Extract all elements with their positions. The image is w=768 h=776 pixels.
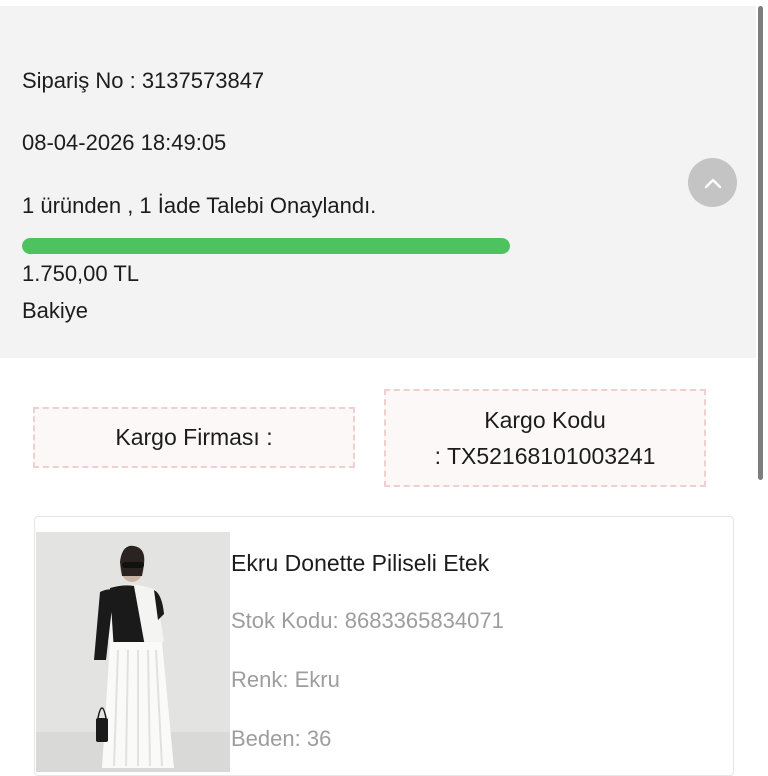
product-image[interactable]: [36, 532, 230, 772]
product-photo-illustration: [36, 532, 230, 772]
order-number: Sipariş No : 3137573847: [22, 68, 265, 93]
refund-amount: 1.750,00 TL: [22, 261, 140, 286]
product-sku: Stok Kodu: 8683365834071: [231, 608, 504, 633]
product-name[interactable]: Ekru Donette Piliseli Etek: [231, 550, 489, 577]
shipping-carrier-box: Kargo Firması :: [33, 407, 355, 468]
chevron-up-icon: [704, 178, 721, 188]
order-date: 08-04-2026 18:49:05: [22, 130, 227, 155]
shipping-carrier-label: Kargo Firması :: [115, 424, 273, 450]
tracking-code-box: Kargo Kodu : TX52168101003241: [384, 389, 706, 487]
scrollbar-thumb[interactable]: [758, 6, 763, 480]
tracking-code-value: : TX52168101003241: [434, 443, 656, 469]
product-color: Renk: Ekru: [231, 667, 340, 692]
order-summary: Sipariş No : 3137573847 08-04-2026 18:49…: [0, 6, 756, 358]
return-progress-fill: [22, 238, 510, 254]
scroll-to-top-button[interactable]: [688, 158, 737, 207]
product-size: Beden: 36: [231, 726, 332, 751]
return-progress-bar: [22, 238, 510, 254]
refund-amount-label: Bakiye: [22, 298, 89, 323]
tracking-code-label: Kargo Kodu: [484, 407, 606, 433]
return-status-text: 1 üründen , 1 İade Talebi Onaylandı.: [22, 193, 377, 218]
